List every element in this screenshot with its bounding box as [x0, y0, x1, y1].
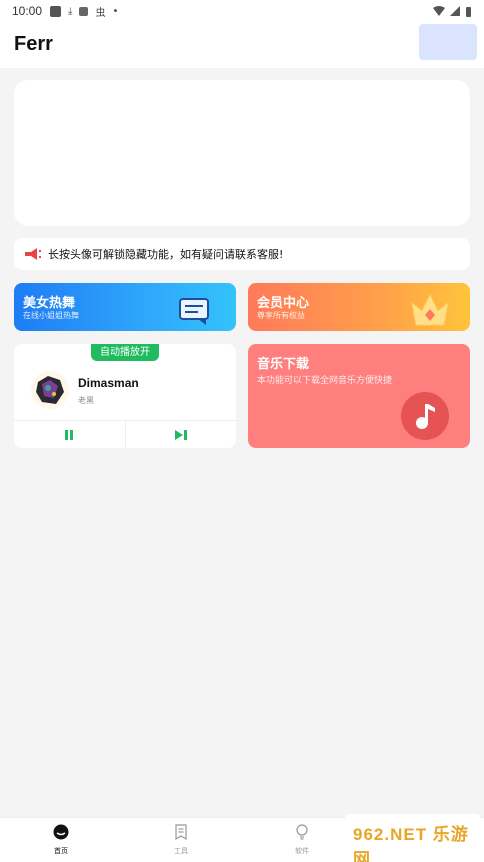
notice-bar: 长按头像可解锁隐藏功能，如有疑问请联系客服!: [14, 238, 470, 270]
autoplay-toggle[interactable]: 自动播放开: [91, 344, 159, 361]
tab-home-label: 首页: [54, 847, 68, 855]
battery-icon: [466, 6, 471, 17]
song-artist: 老黑: [78, 396, 94, 405]
music-download-card[interactable]: 音乐下载 本功能可以下载全网音乐方便快捷: [248, 344, 470, 448]
download-icon: ⤓: [68, 5, 73, 17]
tab-software-label: 软件: [295, 847, 309, 855]
app-a-icon: [79, 6, 89, 16]
tab-tools-label: 工具: [174, 847, 188, 855]
dot-icon: •: [112, 5, 119, 17]
dance-subtitle: 在线小姐姐热舞: [23, 311, 79, 320]
home-icon: [53, 824, 69, 840]
next-track-button[interactable]: [124, 421, 237, 448]
dance-title: 美女热舞: [23, 296, 76, 311]
status-time: 10:00: [12, 4, 43, 18]
download-subtitle: 本功能可以下载全网音乐方便快捷: [257, 376, 393, 386]
megaphone-icon: [25, 248, 41, 260]
crown-icon: [411, 293, 449, 326]
tools-icon: [175, 824, 187, 841]
vip-subtitle: 尊享所有权益: [257, 311, 305, 320]
tab-home[interactable]: 首页: [31, 824, 91, 856]
download-title: 音乐下载: [257, 357, 310, 372]
bug-icon: 虫: [95, 7, 106, 19]
tab-software[interactable]: 软件: [272, 824, 332, 856]
status-bar: 10:00 ⤓ 虫 •: [0, 0, 484, 22]
bulb-icon: [296, 824, 308, 840]
app-header: Ferr: [0, 22, 484, 68]
skip-next-icon: [174, 429, 187, 440]
pause-button[interactable]: [14, 421, 125, 448]
album-cover[interactable]: [28, 370, 72, 410]
song-title: Dimasman: [78, 376, 139, 390]
chat-bubble-icon: [179, 298, 209, 325]
notification-square-icon: [50, 5, 62, 17]
notice-text: 长按头像可解锁隐藏功能，如有疑问请联系客服!: [48, 248, 284, 261]
watermark-logo: 962.NET 乐游网: [345, 814, 480, 862]
avatar[interactable]: [419, 24, 477, 60]
banner-card[interactable]: [14, 80, 470, 226]
music-note-disc-icon: [401, 392, 449, 440]
signal-icon: [450, 6, 460, 16]
wifi-icon: [433, 6, 445, 16]
tab-tools[interactable]: 工具: [151, 824, 211, 856]
vip-card[interactable]: 会员中心 尊享所有权益: [248, 283, 470, 331]
vip-title: 会员中心: [257, 296, 310, 311]
status-right: [433, 6, 472, 17]
player-controls: [14, 420, 236, 448]
music-player-card: 自动播放开 Dimasman 老黑: [14, 344, 236, 448]
pause-icon: [65, 429, 74, 440]
dance-card[interactable]: 美女热舞 在线小姐姐热舞: [14, 283, 236, 331]
app-title: Ferr: [14, 33, 53, 55]
music-note-icon: [416, 404, 435, 429]
bottom-tab-bar: 首页 工具 软件 962.NET 乐游网: [0, 814, 484, 862]
